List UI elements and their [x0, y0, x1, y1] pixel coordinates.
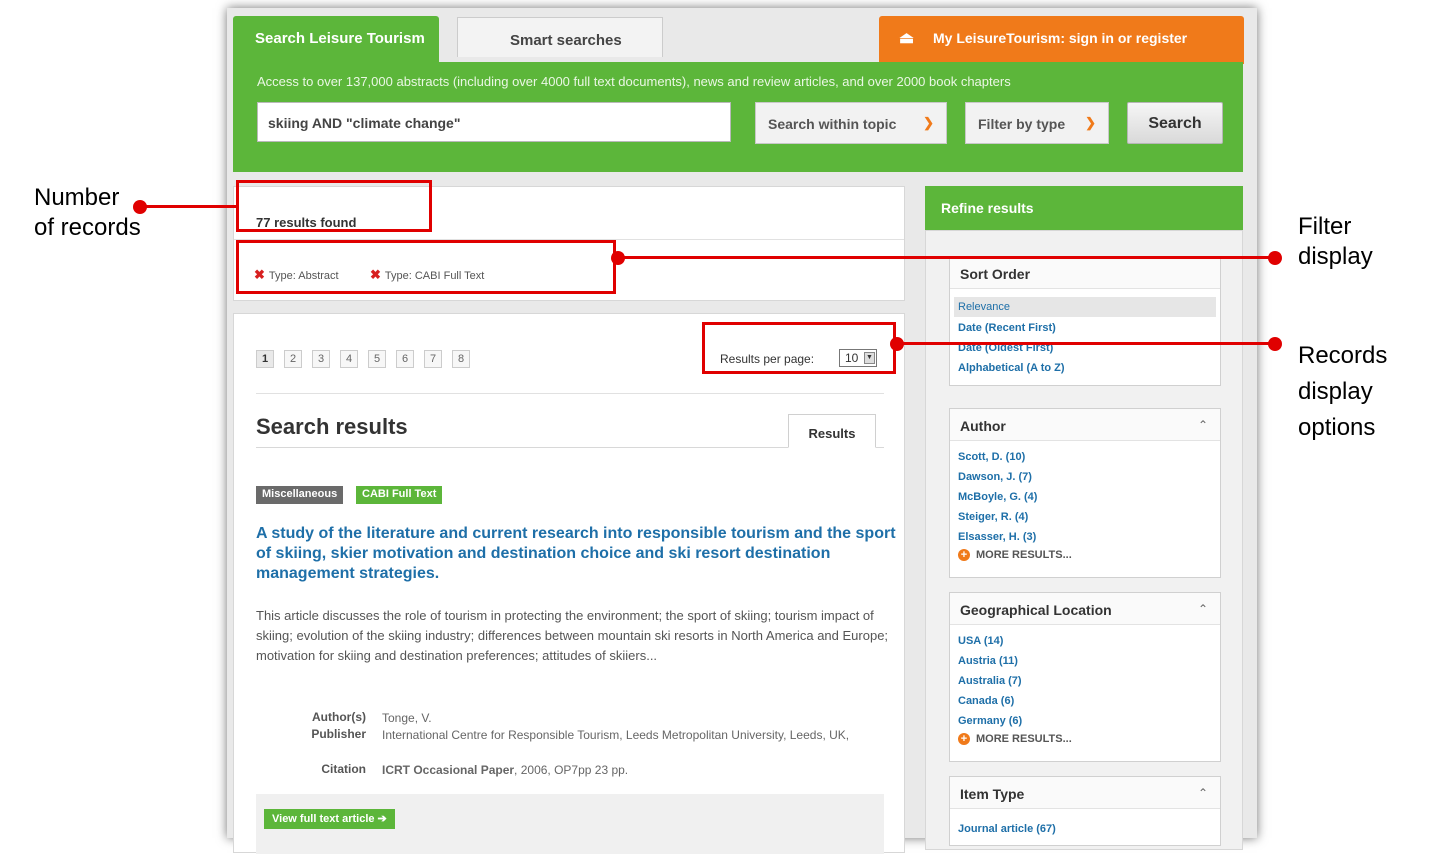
select-label: Filter by type	[978, 116, 1066, 132]
annotation-leader-line	[616, 256, 1276, 259]
annotation-box-display-options	[702, 322, 896, 374]
collapse-icon[interactable]: ⌃	[1198, 786, 1208, 800]
facet-item[interactable]: Canada (6)	[958, 695, 1014, 707]
filter-by-type-select[interactable]: Filter by type ❯	[965, 102, 1109, 144]
plus-icon: +	[958, 549, 970, 561]
citation-label: Citation	[321, 762, 366, 776]
page-link-1[interactable]: 1	[256, 350, 274, 368]
annotation-filter-display: Filter display	[1298, 213, 1373, 270]
page-link-3[interactable]: 3	[312, 350, 330, 368]
citation-details: , 2006, OP7pp 23 pp.	[514, 763, 629, 777]
badge-cabi-full-text: CABI Full Text	[356, 486, 443, 504]
badge-miscellaneous: Miscellaneous	[256, 486, 344, 504]
plus-icon: +	[958, 733, 970, 745]
facet-item[interactable]: USA (14)	[958, 635, 1003, 647]
facet-item[interactable]: Austria (11)	[958, 655, 1018, 667]
result-title-link[interactable]: A study of the literature and current re…	[256, 524, 896, 584]
facet-item[interactable]: Germany (6)	[958, 715, 1022, 727]
more-label: MORE RESULTS...	[976, 733, 1072, 745]
select-label: Search within topic	[768, 116, 897, 132]
page-shell: Search Leisure Tourism Smart searches ⏏ M…	[227, 8, 1257, 854]
annotation-box-records	[236, 180, 432, 232]
collapse-icon[interactable]: ⌃	[1198, 602, 1208, 616]
annotation-leader-line	[896, 342, 1276, 345]
facet-item[interactable]: Dawson, J. (7)	[958, 471, 1032, 483]
sort-option-alphabetical[interactable]: Alphabetical (A to Z)	[958, 362, 1065, 374]
author-label: Author(s)	[312, 710, 366, 724]
more-label: MORE RESULTS...	[976, 549, 1072, 561]
chevron-down-icon: ❯	[1085, 115, 1096, 130]
more-results-link[interactable]: + MORE RESULTS...	[958, 549, 1072, 561]
more-results-link[interactable]: + MORE RESULTS...	[958, 733, 1072, 745]
page-link-5[interactable]: 5	[368, 350, 386, 368]
tab-my-account[interactable]: ⏏ My LeisureTourism: sign in or register	[879, 16, 1244, 64]
refine-results-header: Refine results	[925, 186, 1243, 230]
facet-item[interactable]: Elsasser, H. (3)	[958, 531, 1036, 543]
facet-item[interactable]: McBoyle, G. (4)	[958, 491, 1037, 503]
page-link-7[interactable]: 7	[424, 350, 442, 368]
facet-item[interactable]: Steiger, R. (4)	[958, 511, 1028, 523]
sign-in-icon: ⏏	[899, 30, 915, 47]
facet-sort-order: Sort Order Relevance Date (Recent First)…	[949, 256, 1221, 386]
facet-item[interactable]: Journal article (67)	[958, 823, 1056, 835]
divider	[876, 447, 884, 448]
citation-journal: ICRT Occasional Paper	[382, 763, 515, 777]
annotation-dot	[1268, 251, 1282, 265]
annotation-dot	[1268, 337, 1282, 351]
page-link-2[interactable]: 2	[284, 350, 302, 368]
results-panel: 1 2 3 4 5 6 7 8 Results per page: 10 ▼ Se…	[233, 313, 905, 854]
publisher-label: Publisher	[311, 727, 366, 741]
divider	[256, 393, 884, 394]
facet-title[interactable]: Author	[950, 409, 1220, 441]
search-within-topic-select[interactable]: Search within topic ❯	[755, 102, 947, 144]
view-full-text-button[interactable]: View full text article ➔	[264, 809, 395, 829]
result-abstract: This article discusses the role of touri…	[256, 608, 889, 663]
facet-title[interactable]: Item Type	[950, 777, 1220, 809]
facet-title[interactable]: Geographical Location	[950, 593, 1220, 625]
page-link-8[interactable]: 8	[452, 350, 470, 368]
search-input[interactable]: skiing AND "climate change"	[257, 102, 731, 142]
access-text: Access to over 137,000 abstracts (includ…	[257, 74, 1011, 89]
search-results-heading: Search results	[256, 414, 408, 439]
sort-option-relevance[interactable]: Relevance	[958, 301, 1010, 313]
facet-item-type: Item Type ⌃ Journal article (67)	[949, 776, 1221, 846]
search-button[interactable]: Search	[1127, 102, 1223, 144]
annotation-dot	[890, 337, 904, 351]
tab-label: My LeisureTourism: sign in or register	[933, 30, 1188, 46]
tab-results[interactable]: Results	[788, 414, 876, 448]
divider	[256, 447, 788, 448]
facet-item[interactable]: Scott, D. (10)	[958, 451, 1025, 463]
facet-title: Sort Order	[950, 257, 1220, 289]
annotation-leader-line	[140, 205, 238, 208]
chevron-down-icon: ❯	[923, 115, 934, 130]
facet-author: Author ⌃ Scott, D. (10) Dawson, J. (7) M…	[949, 408, 1221, 578]
annotation-records-display-options: Records display options	[1298, 342, 1388, 441]
tab-label: Smart searches	[510, 32, 622, 49]
tab-label: Search Leisure Tourism	[255, 30, 425, 47]
page-link-6[interactable]: 6	[396, 350, 414, 368]
annotation-dot	[611, 251, 625, 265]
citation-value: ICRT Occasional Paper, 2006, OP7pp 23 pp…	[382, 762, 882, 779]
tab-smart-searches[interactable]: Smart searches	[457, 17, 663, 57]
sort-option-date-recent[interactable]: Date (Recent First)	[958, 322, 1056, 334]
collapse-icon[interactable]: ⌃	[1198, 418, 1208, 432]
facet-geographical-location: Geographical Location ⌃ USA (14) Austria…	[949, 592, 1221, 762]
annotation-box-filters	[236, 240, 616, 294]
tab-search-leisure-tourism[interactable]: Search Leisure Tourism	[233, 16, 439, 64]
publisher-value: International Centre for Responsible Tou…	[382, 728, 850, 742]
annotation-number-of-records: Number of records	[34, 184, 141, 241]
facet-item[interactable]: Australia (7)	[958, 675, 1022, 687]
author-value: Tonge, V.	[382, 711, 432, 725]
page-link-4[interactable]: 4	[340, 350, 358, 368]
